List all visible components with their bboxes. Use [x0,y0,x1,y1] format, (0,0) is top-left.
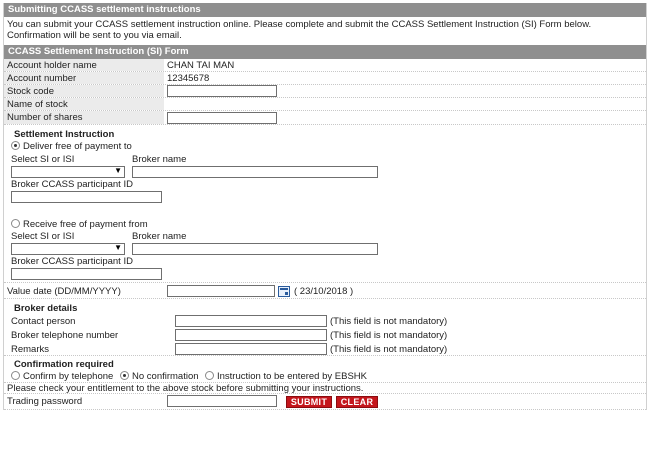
receive-participant-label: Broker CCASS participant ID [11,256,133,267]
value-date-hint: ( 23/10/2018 ) [294,286,354,297]
ebshk-option[interactable]: Instruction to be entered by EBSHK [205,371,367,382]
deliver-broker-name-input[interactable] [132,166,378,178]
receive-radio[interactable] [11,219,20,228]
account-number-label: Account number [7,73,77,84]
form-header: CCASS Settlement Instruction (SI) Form [4,45,646,59]
ebshk-radio[interactable] [205,371,214,380]
password-input[interactable] [167,395,277,407]
notice-text: Please check your entitlement to the abo… [7,383,364,394]
contact-optional-note: (This field is not mandatory) [330,316,448,327]
phone-input[interactable] [175,329,327,341]
shares-label: Number of shares [7,112,83,123]
confirm-telephone-option[interactable]: Confirm by telephone [11,371,113,382]
account-number-value: 12345678 [167,73,210,84]
submit-button[interactable]: SUBMIT [286,396,332,408]
broker-details-title: Broker details [14,303,78,314]
chevron-down-icon: ▼ [114,166,122,175]
intro-text: You can submit your CCASS settlement ins… [7,19,592,41]
ebshk-label: Instruction to be entered by EBSHK [217,371,367,382]
phone-optional-note: (This field is not mandatory) [330,330,448,341]
account-holder-row: Account holder name CHAN TAI MAN [4,59,646,72]
stock-code-input[interactable] [167,85,277,97]
account-holder-label: Account holder name [7,60,97,71]
notice-row: Please check your entitlement to the abo… [4,383,646,394]
value-date-input[interactable] [167,285,275,297]
stock-code-row: Stock code [4,85,646,98]
receive-broker-name-input[interactable] [132,243,378,255]
settlement-section: Settlement Instruction Deliver free of p… [4,125,646,283]
calendar-icon[interactable] [278,286,290,297]
confirmation-title: Confirmation required [14,359,114,370]
receive-broker-name-label: Broker name [132,231,187,242]
phone-label: Broker telephone number [11,330,119,341]
no-confirmation-label: No confirmation [132,371,199,382]
account-holder-value: CHAN TAI MAN [167,60,235,71]
settlement-panel: Submitting CCASS settlement instructions… [3,3,647,410]
stock-code-label: Stock code [7,86,54,97]
deliver-participant-label: Broker CCASS participant ID [11,179,133,190]
deliver-participant-input[interactable] [11,191,162,203]
no-confirmation-radio[interactable] [120,371,129,380]
password-label: Trading password [7,396,83,407]
contact-label: Contact person [11,316,76,327]
confirm-telephone-radio[interactable] [11,371,20,380]
settlement-title: Settlement Instruction [14,129,115,140]
confirm-telephone-label: Confirm by telephone [23,371,114,382]
value-date-row: Value date (DD/MM/YYYY) ( 23/10/2018 ) [4,283,646,299]
stock-name-row: Name of stock [4,98,646,111]
password-row: Trading password SUBMIT CLEAR [4,394,646,410]
contact-input[interactable] [175,315,327,327]
remarks-optional-note: (This field is not mandatory) [330,344,448,355]
stock-name-label: Name of stock [7,99,68,110]
receive-label: Receive free of payment from [23,219,148,230]
receive-option[interactable]: Receive free of payment from [11,219,148,230]
page-header: Submitting CCASS settlement instructions [4,3,646,17]
deliver-label: Deliver free of payment to [23,141,132,152]
value-date-label: Value date (DD/MM/YYYY) [7,286,121,297]
deliver-broker-name-label: Broker name [132,154,187,165]
deliver-radio[interactable] [11,141,20,150]
clear-button[interactable]: CLEAR [336,396,378,408]
no-confirmation-option[interactable]: No confirmation [120,371,199,382]
deliver-select-label: Select SI or ISI [11,154,75,165]
deliver-si-select[interactable]: ▼ [11,166,125,178]
account-number-row: Account number 12345678 [4,72,646,85]
remarks-label: Remarks [11,344,50,355]
receive-select-label: Select SI or ISI [11,231,75,242]
deliver-option[interactable]: Deliver free of payment to [11,141,132,152]
shares-input[interactable] [167,112,277,124]
remarks-input[interactable] [175,343,327,355]
broker-details-section: Broker details Contact person (This fiel… [4,299,646,356]
confirmation-section: Confirmation required Confirm by telepho… [4,356,646,383]
receive-si-select[interactable]: ▼ [11,243,125,255]
shares-row: Number of shares [4,111,646,125]
receive-participant-input[interactable] [11,268,162,280]
chevron-down-icon: ▼ [114,243,122,252]
